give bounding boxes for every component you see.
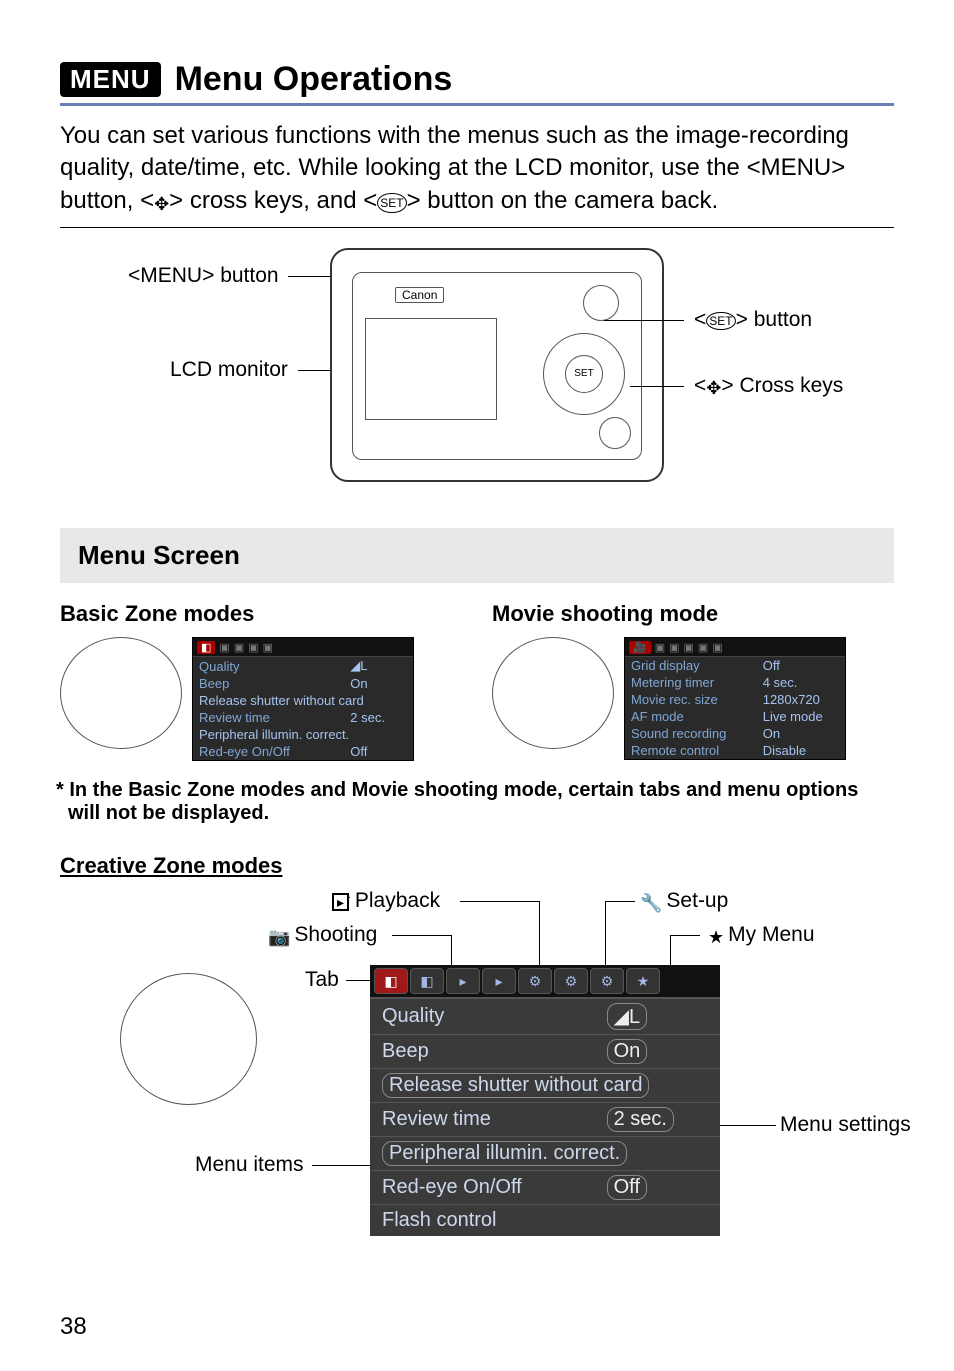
page-number: 38 <box>60 1313 894 1341</box>
camera-diagram: <MENU> button LCD monitor Canon SET <SET… <box>60 238 894 518</box>
movie-mode-header: Movie shooting mode <box>492 601 894 627</box>
table-row[interactable]: Red-eye On/OffOff <box>370 1171 720 1205</box>
tab-strip: ◧ ◧ ▸ ▸ ⚙ ⚙ ⚙ ★ <box>370 965 720 998</box>
tab-playback-2[interactable]: ▸ <box>482 968 516 994</box>
callout-mymenu: My Menu <box>708 923 815 948</box>
tab-setup-1[interactable]: ⚙ <box>518 968 552 994</box>
mode-dial-icon <box>492 637 614 749</box>
menu-badge: MENU <box>60 62 161 97</box>
callout-setup: Set-up <box>640 889 728 914</box>
callout-lcd-monitor: LCD monitor <box>170 358 288 382</box>
table-row[interactable]: Release shutter without card <box>370 1069 720 1103</box>
callout-tab: Tab <box>305 968 339 992</box>
star-icon <box>708 927 724 948</box>
callout-playback: · Playback <box>332 889 440 913</box>
callout-shooting: Shooting <box>268 923 377 948</box>
tab-setup-3[interactable]: ⚙ <box>590 968 624 994</box>
divider <box>60 227 894 228</box>
table-row: Movie rec. size1280x720 <box>625 691 845 708</box>
table-row: Grid displayOff <box>625 657 845 674</box>
creative-zone-section: Creative Zone modes · Playback Set-up Sh… <box>60 853 894 1273</box>
callout-set-button: <SET> button <box>694 308 812 332</box>
table-row: Quality◢L <box>193 657 413 675</box>
tab-shooting-2[interactable]: ◧ <box>410 968 444 994</box>
tab-playback-1[interactable]: ▸ <box>446 968 480 994</box>
mode-dial-icon <box>120 973 257 1105</box>
mode-dial-icon <box>60 637 182 749</box>
modes-row: Basic Zone modes ◧▣▣▣▣ Quality◢LBeepOnRe… <box>60 601 894 761</box>
wrench-icon <box>640 893 662 914</box>
table-row: Remote controlDisable <box>625 742 845 759</box>
table-row: Metering timer4 sec. <box>625 674 845 691</box>
callout-menu-button: <MENU> button <box>128 264 279 288</box>
movie-mode-menu: 🎥▣▣▣▣▣ Grid displayOffMetering timer4 se… <box>624 637 846 760</box>
page-title: Menu Operations <box>175 60 453 99</box>
table-row[interactable]: BeepOn <box>370 1035 720 1069</box>
page-title-row: MENU Menu Operations <box>60 60 894 106</box>
table-row: Sound recordingOn <box>625 725 845 742</box>
table-row: Release shutter without card <box>193 692 413 709</box>
camera-body: Canon SET <box>330 248 664 482</box>
table-row: BeepOn <box>193 675 413 692</box>
playback-icon: · <box>332 893 349 911</box>
table-row[interactable]: Peripheral illumin. correct. <box>370 1137 720 1171</box>
tab-shooting-1[interactable]: ◧ <box>374 968 408 994</box>
tab-setup-2[interactable]: ⚙ <box>554 968 588 994</box>
camera-icon <box>268 927 290 948</box>
intro-text: You can set various functions with the m… <box>60 120 894 217</box>
table-row: AF modeLive mode <box>625 708 845 725</box>
tab-mymenu[interactable]: ★ <box>626 968 660 994</box>
callout-menu-settings: Menu settings <box>780 1113 911 1137</box>
table-row[interactable]: Quality◢L <box>370 999 720 1035</box>
basic-zone-menu: ◧▣▣▣▣ Quality◢LBeepOnRelease shutter wit… <box>192 637 414 761</box>
section-header-menu-screen: Menu Screen <box>60 528 894 583</box>
footnote: * In the Basic Zone modes and Movie shoo… <box>60 779 894 825</box>
callout-menu-items: Menu items <box>195 1153 304 1177</box>
table-row[interactable]: Review time2 sec. <box>370 1103 720 1137</box>
table-row: Peripheral illumin. correct. <box>193 726 413 743</box>
table-row: Review time2 sec. <box>193 709 413 726</box>
camera-brand-label: Canon <box>395 287 444 303</box>
table-row[interactable]: Flash control <box>370 1205 720 1237</box>
creative-zone-header: Creative Zone modes <box>60 853 894 879</box>
basic-zone-header: Basic Zone modes <box>60 601 462 627</box>
creative-zone-menu: ◧ ◧ ▸ ▸ ⚙ ⚙ ⚙ ★ Quality◢LBeepOnRelease s… <box>370 965 720 1236</box>
table-row: Red-eye On/OffOff <box>193 743 413 760</box>
callout-cross-keys: <> Cross keys <box>694 374 843 399</box>
